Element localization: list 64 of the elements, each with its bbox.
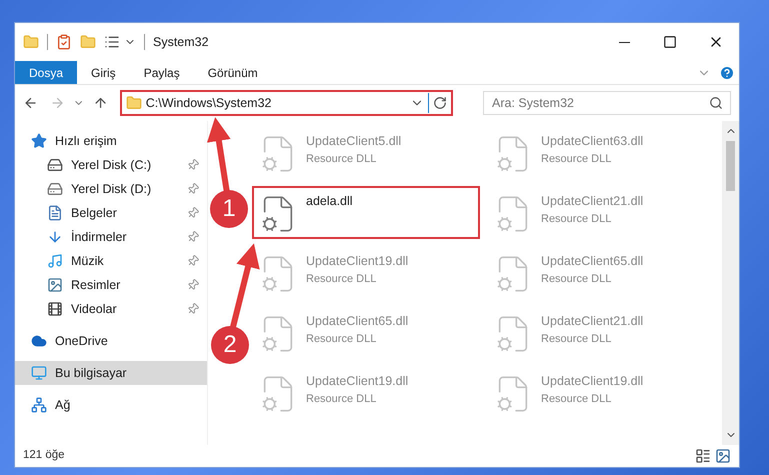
nav-item[interactable]: OneDrive <box>15 329 207 353</box>
drive-icon <box>47 181 63 197</box>
file-type: Resource DLL <box>306 272 378 287</box>
ribbon-tab[interactable]: Paylaş <box>130 61 194 84</box>
file-name: UpdateClient21.dll <box>541 313 644 330</box>
ribbon-tab[interactable]: Dosya <box>15 61 78 84</box>
file-type: Resource DLL <box>306 392 378 407</box>
folder-icon <box>126 95 142 111</box>
file-name: UpdateClient5.dll <box>306 133 402 150</box>
refresh-icon[interactable] <box>433 96 448 110</box>
list-icon[interactable] <box>104 34 120 50</box>
nav-item[interactable]: İndirmeler <box>15 225 207 249</box>
nav-item[interactable]: Belgeler <box>15 201 207 225</box>
picture-icon <box>47 277 63 293</box>
nav-item[interactable]: Bu bilgisayar <box>15 361 207 385</box>
music-note-icon <box>47 253 63 269</box>
step-number-badge: 2 <box>211 326 249 364</box>
network-icon <box>31 397 47 413</box>
nav-item[interactable]: Hızlı erişim <box>15 129 207 153</box>
file-type: Resource DLL <box>306 332 378 347</box>
nav-item[interactable]: Müzik <box>15 249 207 273</box>
search-icon[interactable] <box>709 96 724 110</box>
scrollbar[interactable] <box>722 121 739 445</box>
cloud-icon <box>31 333 47 349</box>
file-type: Resource DLL <box>306 152 378 167</box>
nav-item[interactable]: Resimler <box>15 273 207 297</box>
step-number-badge: 1 <box>210 190 248 228</box>
large-icons-view-icon[interactable] <box>715 448 731 464</box>
ribbon-tab[interactable]: Giriş <box>77 61 130 84</box>
file-name: UpdateClient19.dll <box>306 253 408 270</box>
file-name: UpdateClient65.dll <box>541 253 644 270</box>
nav-item[interactable]: Ağ <box>15 393 207 417</box>
window-title: System32 <box>153 34 209 51</box>
file-item[interactable]: adela.dll <box>252 186 480 239</box>
file-name: UpdateClient63.dll <box>541 133 644 150</box>
file-type: Resource DLL <box>541 332 612 347</box>
folder-icon <box>23 34 39 50</box>
nav-item[interactable]: Yerel Disk (C:) <box>15 153 207 177</box>
maximize-icon <box>663 35 677 49</box>
star-icon <box>31 133 47 149</box>
film-icon <box>47 301 63 317</box>
file-name: UpdateClient19.dll <box>541 373 644 390</box>
help-icon[interactable] <box>719 64 735 80</box>
up-arrow-icon[interactable] <box>92 95 108 111</box>
nav-item[interactable]: Videolar <box>15 297 207 321</box>
file-name: UpdateClient21.dll <box>541 193 644 210</box>
details-view-icon[interactable] <box>695 448 711 464</box>
scrollbar-thumb[interactable] <box>726 141 735 191</box>
file-type: Resource DLL <box>541 152 612 167</box>
file-type: Resource DLL <box>541 212 612 227</box>
properties-icon[interactable] <box>56 34 72 50</box>
document-icon <box>47 205 63 221</box>
search-field[interactable]: Ara: System32 <box>483 91 732 115</box>
item-count: 121 öğe <box>23 448 65 464</box>
nav-item[interactable]: Yerel Disk (D:) <box>15 177 207 201</box>
file-name: adela.dll <box>306 193 353 210</box>
drive-icon <box>47 157 63 173</box>
address-field[interactable]: C:\Windows\System32 <box>120 90 454 116</box>
monitor-icon <box>31 365 47 381</box>
file-type: Resource DLL <box>541 392 612 407</box>
file-type: Resource DLL <box>541 272 612 287</box>
file-name: UpdateClient65.dll <box>306 313 408 330</box>
file-name: UpdateClient19.dll <box>306 373 408 390</box>
ribbon-tab[interactable]: Görünüm <box>194 61 272 84</box>
